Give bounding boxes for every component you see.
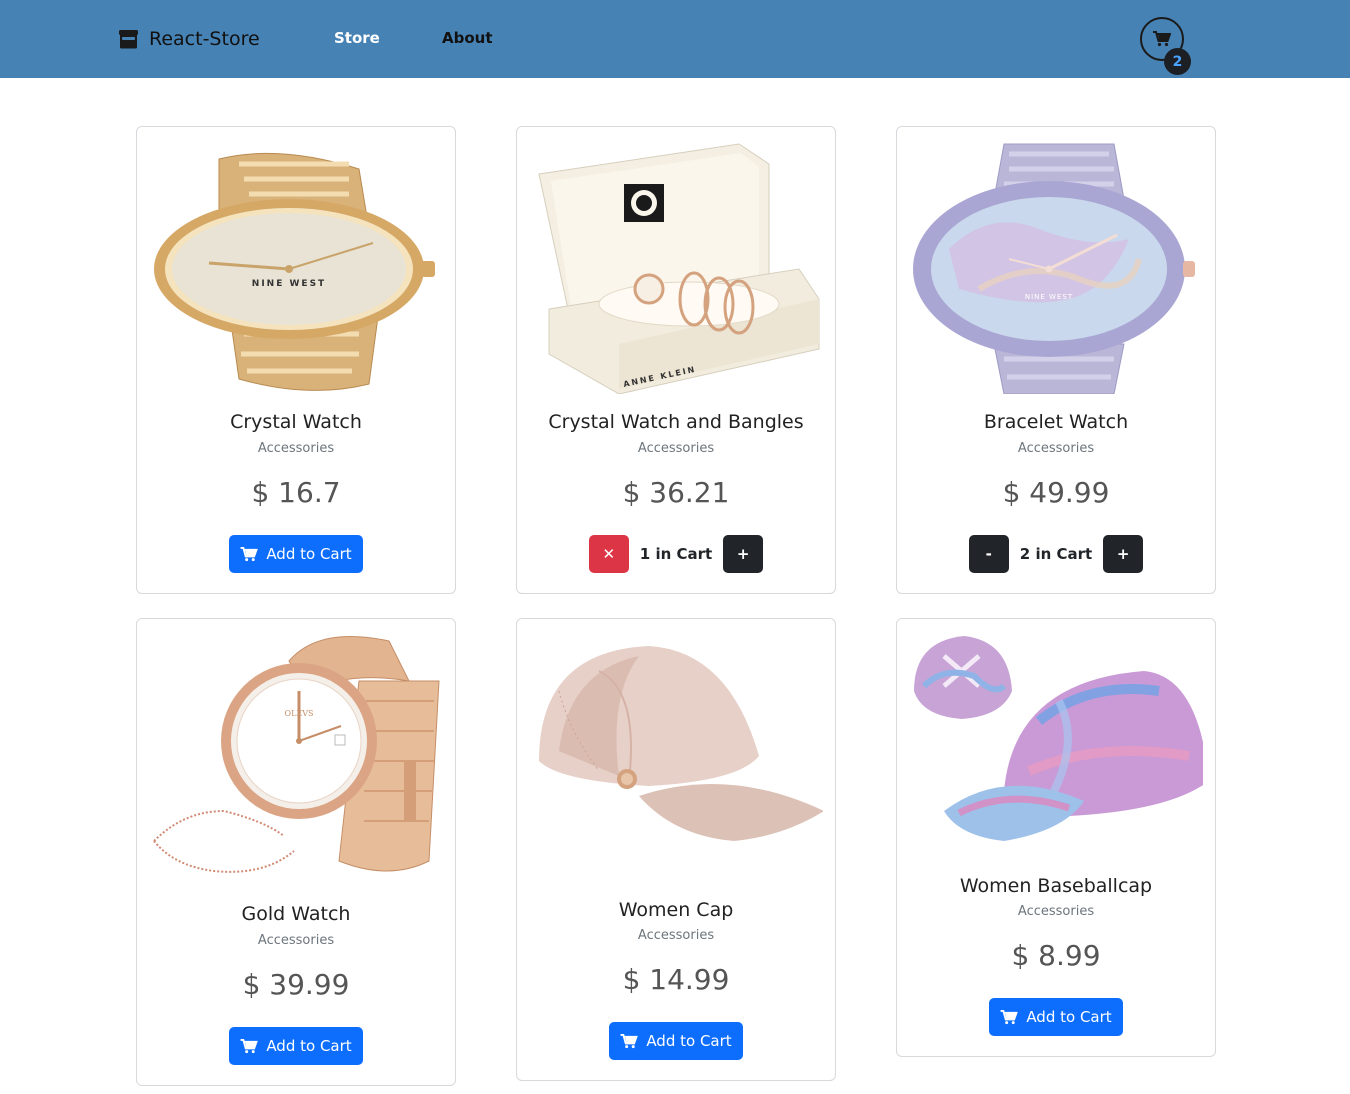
cart-icon <box>1153 31 1171 47</box>
quantity-label: 2 in Cart <box>1019 545 1093 563</box>
product-category: Accessories <box>257 441 335 456</box>
svg-text:NINE WEST: NINE WEST <box>1025 293 1073 301</box>
product-category: Accessories <box>1017 904 1095 919</box>
svg-text:NINE WEST: NINE WEST <box>252 279 326 289</box>
plus-icon: + <box>1116 545 1130 563</box>
product-title: Crystal Watch and Bangles <box>548 411 804 433</box>
increment-button[interactable]: + <box>1103 535 1144 573</box>
product-title: Crystal Watch <box>230 411 362 433</box>
add-to-cart-button[interactable]: Add to Cart <box>229 1027 363 1065</box>
product-card-gold-watch: OLEVS Gold Watch Accessories $ 39.99 Add… <box>136 618 456 1086</box>
nav-store-link[interactable]: Store <box>334 29 380 47</box>
product-card-women-baseballcap: Women Baseballcap Accessories $ 8.99 Add… <box>896 618 1216 1057</box>
quantity-label: 1 in Cart <box>639 545 713 563</box>
product-image <box>909 631 1203 856</box>
nav-about-link[interactable]: About <box>442 29 493 47</box>
quantity-controls: ✕ 1 in Cart + <box>517 535 835 573</box>
add-to-cart-label: Add to Cart <box>266 545 352 563</box>
product-category: Accessories <box>1017 441 1095 456</box>
add-to-cart-label: Add to Cart <box>1026 1008 1112 1026</box>
product-category: Accessories <box>257 933 335 948</box>
cart-icon <box>1000 1009 1019 1024</box>
product-card-bracelet-watch: NINE WEST Bracelet Watch Accessories $ 4… <box>896 126 1216 594</box>
cart-icon <box>620 1033 639 1048</box>
product-category: Accessories <box>637 928 715 943</box>
product-image <box>529 631 823 876</box>
cart-icon <box>240 546 259 561</box>
product-image: OLEVS <box>149 631 443 886</box>
product-title: Bracelet Watch <box>983 411 1129 433</box>
add-to-cart-label: Add to Cart <box>266 1037 352 1055</box>
increment-button[interactable]: + <box>723 535 764 573</box>
add-to-cart-button[interactable]: Add to Cart <box>229 535 363 573</box>
remove-from-cart-button[interactable]: ✕ <box>588 535 629 573</box>
product-title: Women Cap <box>618 899 734 921</box>
product-price: $ 8.99 <box>1011 939 1101 972</box>
brand-link[interactable]: React-Store <box>118 26 260 52</box>
product-card-crystal-watch: NINE WEST Crystal Watch Accessories $ 16… <box>136 126 456 594</box>
product-image: NINE WEST <box>149 139 443 394</box>
product-price: $ 39.99 <box>242 968 350 1001</box>
product-card-women-cap: Women Cap Accessories $ 14.99 Add to Car… <box>516 618 836 1081</box>
quantity-controls: - 2 in Cart + <box>897 535 1215 573</box>
product-image: ANNE KLEIN <box>529 139 823 394</box>
cart-count-badge: 2 <box>1164 48 1191 75</box>
add-to-cart-button[interactable]: Add to Cart <box>609 1022 743 1060</box>
add-to-cart-label: Add to Cart <box>646 1032 732 1050</box>
product-price: $ 49.99 <box>1002 476 1110 509</box>
product-image: NINE WEST <box>909 139 1203 394</box>
close-icon: ✕ <box>602 545 616 563</box>
product-card-crystal-watch-bangles: ANNE KLEIN Crystal Watch and Bangles Acc… <box>516 126 836 594</box>
product-price: $ 36.21 <box>622 476 730 509</box>
product-price: $ 16.7 <box>251 476 341 509</box>
plus-icon: + <box>736 545 750 563</box>
minus-icon: - <box>985 545 992 563</box>
product-category: Accessories <box>637 441 715 456</box>
store-icon <box>119 30 138 49</box>
cart-icon <box>240 1038 259 1053</box>
product-title: Women Baseballcap <box>959 875 1153 897</box>
product-title: Gold Watch <box>241 903 351 925</box>
navbar: React-Store Store About 2 <box>0 0 1350 78</box>
decrement-button[interactable]: - <box>968 535 1009 573</box>
add-to-cart-button[interactable]: Add to Cart <box>989 998 1123 1036</box>
product-price: $ 14.99 <box>622 963 730 996</box>
brand-name: React-Store <box>149 28 260 50</box>
